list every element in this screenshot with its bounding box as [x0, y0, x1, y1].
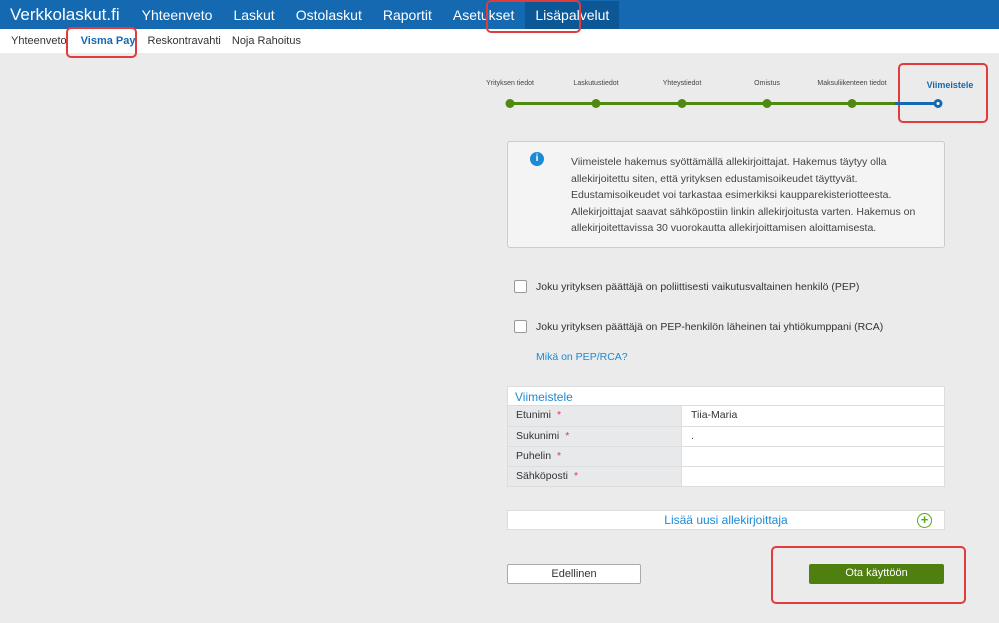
plus-circle-icon[interactable]: + [917, 513, 932, 528]
step-dot [591, 99, 601, 108]
brand-logo[interactable]: Verkkolaskut.fi [10, 5, 120, 25]
highlight-annotation [486, 0, 581, 33]
pep-checkbox[interactable]: Joku yrityksen päättäjä on poliittisesti… [514, 280, 859, 293]
sahkoposti-input[interactable] [682, 467, 944, 486]
field-label: Sukunimi [516, 430, 560, 442]
field-label: Puhelin [516, 450, 552, 462]
etunimi-input[interactable]: Tiia-Maria [682, 406, 944, 426]
step-label-current: Viimeistele [926, 80, 974, 90]
nav-yhteenveto[interactable]: Yhteenveto [142, 7, 213, 23]
step-label: Yrityksen tiedot [486, 80, 534, 87]
form-title: Viimeistele [508, 387, 944, 406]
rca-checkbox[interactable]: Joku yrityksen päättäjä on PEP-henkilön … [514, 320, 883, 333]
checkbox[interactable] [514, 280, 527, 293]
checkbox[interactable] [514, 320, 527, 333]
puhelin-input[interactable] [682, 447, 944, 466]
step-label: Omistus [754, 80, 780, 87]
add-signer-button[interactable]: Lisää uusi allekirjoittaja + [507, 510, 945, 530]
subnav-noja-rahoitus[interactable]: Noja Rahoitus [232, 35, 301, 47]
sukunimi-input[interactable]: . [682, 427, 944, 446]
nav-ostolaskut[interactable]: Ostolaskut [296, 7, 362, 23]
required-marker: * [565, 430, 570, 442]
submit-button[interactable]: Ota käyttöön [809, 564, 944, 584]
previous-button[interactable]: Edellinen [507, 564, 641, 584]
step-dot [505, 99, 515, 108]
info-box: i Viimeistele hakemus syöttämällä alleki… [507, 141, 945, 248]
highlight-annotation [66, 27, 137, 58]
step-dot [847, 99, 857, 108]
rca-label: Joku yrityksen päättäjä on PEP-henkilön … [536, 320, 884, 333]
info-text: Viimeistele hakemus syöttämällä allekirj… [571, 156, 916, 234]
highlight-annotation [898, 63, 988, 123]
nav-raportit[interactable]: Raportit [383, 7, 432, 23]
form-row-etunimi: Etunimi * Tiia-Maria [508, 406, 944, 426]
pep-label: Joku yrityksen päättäjä on poliittisesti… [536, 280, 860, 293]
nav-laskut[interactable]: Laskut [233, 7, 274, 23]
form-row-sukunimi: Sukunimi * . [508, 426, 944, 446]
step-label: Yhteystiedot [662, 80, 702, 87]
step-dot-current [933, 99, 943, 108]
field-label: Etunimi [516, 409, 552, 421]
step-label: Maksuliikenteen tiedot [817, 80, 887, 87]
progress-line-current [895, 102, 938, 105]
step-dot [677, 99, 687, 108]
subnav-reskontravahti[interactable]: Reskontravahti [148, 35, 221, 47]
form-row-sahkoposti: Sähköposti * [508, 466, 944, 486]
form-row-puhelin: Puhelin * [508, 446, 944, 466]
info-icon: i [530, 152, 544, 166]
progress-line [510, 102, 900, 105]
required-marker: * [557, 409, 562, 421]
subnav-yhteenveto[interactable]: Yhteenveto [11, 35, 67, 47]
field-label: Sähköposti [516, 470, 568, 482]
pep-rca-help-link[interactable]: Mikä on PEP/RCA? [536, 351, 628, 363]
step-label: Laskutustiedot [573, 80, 619, 87]
signer-form: Viimeistele Etunimi * Tiia-Maria Sukunimi… [507, 386, 945, 487]
add-signer-label: Lisää uusi allekirjoittaja [664, 513, 788, 527]
step-dot [762, 99, 772, 108]
required-marker: * [557, 450, 562, 462]
required-marker: * [573, 470, 579, 482]
